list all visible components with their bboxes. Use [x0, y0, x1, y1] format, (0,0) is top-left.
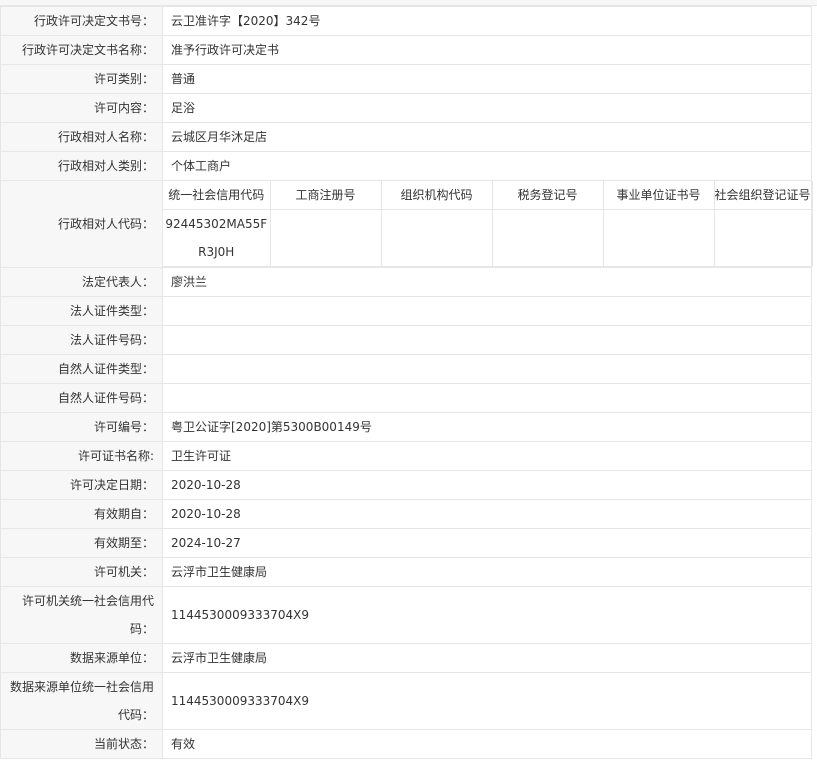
field-value: 云浮市卫生健康局 [162, 643, 812, 673]
field-label: 行政许可决定文书名称： [0, 35, 163, 65]
header-credit-code: 统一社会信用代码 [163, 181, 271, 210]
row-license-content: 许可内容： 足浴 [0, 93, 812, 123]
row-legal-id-no: 法人证件号码： [0, 325, 812, 355]
field-label: 法人证件号码： [0, 325, 163, 355]
row-authority: 许可机关： 云浮市卫生健康局 [0, 557, 812, 587]
row-counterparty-type: 行政相对人类别： 个体工商户 [0, 151, 812, 181]
row-legal-id-type: 法人证件类型： [0, 296, 812, 326]
row-license-no: 许可编号： 粤卫公证字[2020]第5300B00149号 [0, 412, 812, 442]
field-value [162, 383, 812, 413]
field-value: 2024-10-27 [162, 528, 812, 558]
row-valid-from: 有效期自： 2020-10-28 [0, 499, 812, 529]
field-label: 自然人证件号码： [0, 383, 163, 413]
header-tax-reg-no: 税务登记号 [491, 181, 604, 210]
field-value [162, 325, 812, 355]
license-detail-table: 行政许可决定文书号： 云卫准许字【2020】342号 行政许可决定文书名称： 准… [0, 6, 813, 759]
value-org-code [380, 209, 493, 267]
codes-value-row: 92445302MA55FR3J0H [163, 209, 813, 267]
field-label: 法人证件类型： [0, 296, 163, 326]
value-tax-reg-no [491, 209, 604, 267]
field-label: 当前状态： [0, 729, 163, 759]
field-label: 许可机关统一社会信用代码： [0, 586, 163, 644]
field-label: 许可决定日期： [0, 470, 163, 500]
header-org-code: 组织机构代码 [380, 181, 493, 210]
field-label: 许可证书名称: [0, 441, 163, 471]
field-label: 行政许可决定文书号： [0, 6, 163, 36]
field-value [162, 296, 812, 326]
value-credit-code: 92445302MA55FR3J0H [163, 209, 271, 267]
codes-table: 统一社会信用代码 工商注册号 组织机构代码 税务登记号 事业单位证书号 社会组织… [163, 181, 813, 267]
header-institution-cert-no: 事业单位证书号 [602, 181, 715, 210]
codes-header-row: 统一社会信用代码 工商注册号 组织机构代码 税务登记号 事业单位证书号 社会组织… [163, 181, 813, 210]
row-counterparty-name: 行政相对人名称： 云城区月华沐足店 [0, 122, 812, 152]
row-decision-date: 许可决定日期： 2020-10-28 [0, 470, 812, 500]
field-label: 法定代表人： [0, 267, 163, 297]
field-label: 数据来源单位统一社会信用代码： [0, 672, 163, 730]
row-authority-credit-code: 许可机关统一社会信用代码： 1144530009333704X9 [0, 586, 812, 644]
row-natural-id-no: 自然人证件号码： [0, 383, 812, 413]
value-institution-cert-no [602, 209, 715, 267]
header-social-org-reg-no: 社会组织登记证号 [713, 181, 813, 210]
value-business-reg-no [269, 209, 382, 267]
field-label: 许可内容： [0, 93, 163, 123]
row-legal-rep: 法定代表人： 廖洪兰 [0, 267, 812, 297]
field-value: 卫生许可证 [162, 441, 812, 471]
field-value: 1144530009333704X9 [162, 672, 812, 730]
field-value: 廖洪兰 [162, 267, 812, 297]
row-data-source: 数据来源单位： 云浮市卫生健康局 [0, 643, 812, 673]
status-value: 有效 [162, 729, 812, 759]
row-certificate-name: 许可证书名称: 卫生许可证 [0, 441, 812, 471]
field-value: 准予行政许可决定书 [162, 35, 812, 65]
row-valid-to: 有效期至： 2024-10-27 [0, 528, 812, 558]
field-value: 云卫准许字【2020】342号 [162, 6, 812, 36]
row-counterparty-codes: 行政相对人代码： 统一社会信用代码 工商注册号 组织机构代码 税务登记号 事业单… [0, 180, 813, 268]
header-business-reg-no: 工商注册号 [269, 181, 382, 210]
row-license-category: 许可类别： 普通 [0, 64, 812, 94]
field-value: 1144530009333704X9 [162, 586, 812, 644]
field-label: 行政相对人名称： [0, 122, 163, 152]
field-label: 数据来源单位： [0, 643, 163, 673]
field-value: 足浴 [162, 93, 812, 123]
field-label: 自然人证件类型： [0, 354, 163, 384]
field-value: 2020-10-28 [162, 499, 812, 529]
field-value: 个体工商户 [162, 151, 812, 181]
field-label: 许可编号： [0, 412, 163, 442]
field-label: 有效期至： [0, 528, 163, 558]
codes-cell: 统一社会信用代码 工商注册号 组织机构代码 税务登记号 事业单位证书号 社会组织… [162, 180, 813, 268]
field-value: 粤卫公证字[2020]第5300B00149号 [162, 412, 812, 442]
field-label: 许可类别： [0, 64, 163, 94]
value-social-org-reg-no [713, 209, 813, 267]
row-natural-id-type: 自然人证件类型： [0, 354, 812, 384]
field-label: 行政相对人类别： [0, 151, 163, 181]
field-label: 有效期自： [0, 499, 163, 529]
field-value [162, 354, 812, 384]
row-data-source-credit-code: 数据来源单位统一社会信用代码： 1144530009333704X9 [0, 672, 812, 730]
field-value: 普通 [162, 64, 812, 94]
field-label: 行政相对人代码： [0, 180, 163, 268]
field-value: 2020-10-28 [162, 470, 812, 500]
field-value: 云城区月华沐足店 [162, 122, 812, 152]
field-value: 云浮市卫生健康局 [162, 557, 812, 587]
row-decision-doc-no: 行政许可决定文书号： 云卫准许字【2020】342号 [0, 6, 812, 36]
row-status: 当前状态： 有效 [0, 729, 812, 759]
row-decision-doc-name: 行政许可决定文书名称： 准予行政许可决定书 [0, 35, 812, 65]
field-label: 许可机关： [0, 557, 163, 587]
